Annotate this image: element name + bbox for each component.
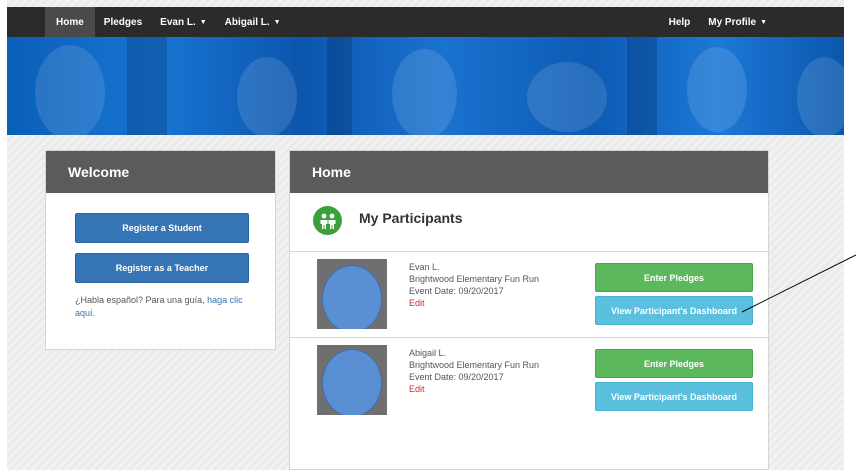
annotation-line — [741, 254, 856, 313]
